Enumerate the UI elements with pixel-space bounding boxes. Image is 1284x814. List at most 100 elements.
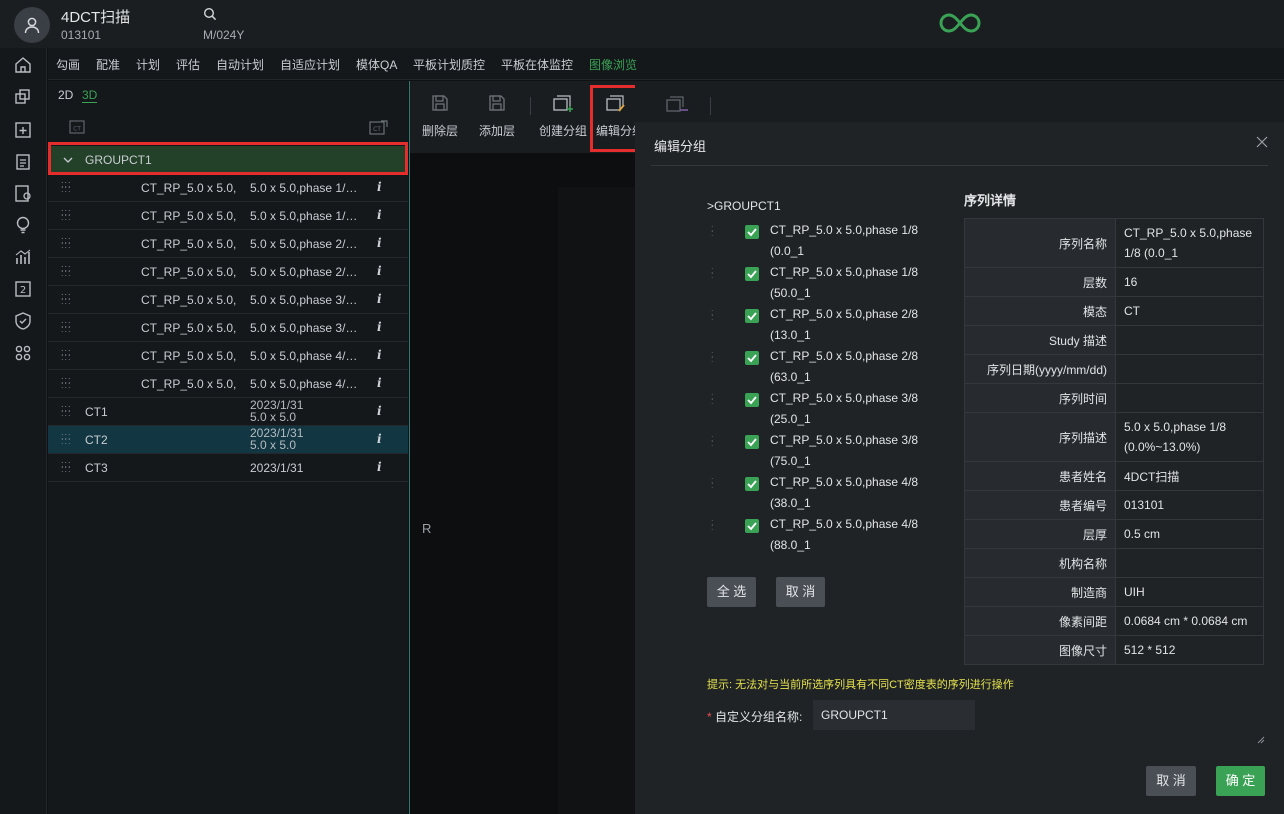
drag-handle-icon[interactable]: :::::: [61,236,73,250]
detail-value [1115,354,1264,384]
report-user-icon[interactable] [13,183,33,203]
info-icon[interactable]: i [377,460,382,474]
drag-handle-icon[interactable]: :::::: [61,376,73,390]
series-item-label: CT_RP_5.0 x 5.0,phase 2/8 (13.0_1 [770,304,918,346]
drag-handle-icon[interactable]: :: [711,392,714,406]
info-icon[interactable]: i [377,180,382,194]
menu-item-contouring[interactable]: 勾画 [56,56,80,73]
home-icon[interactable] [13,55,33,75]
info-icon[interactable]: i [377,236,382,250]
menu-item-epid-invivo[interactable]: 平板在体监控 [501,56,573,73]
delete-layer-label: 删除层 [421,124,458,138]
medical-case-icon[interactable] [13,119,33,139]
series-checkbox[interactable] [745,309,759,323]
ok-button[interactable]: 确 定 [1216,766,1265,796]
drag-handle-icon[interactable]: :::::: [61,208,73,222]
series-name: CT_RP_5.0 x 5.0,ph [141,349,237,363]
menu-item-phantom-qa[interactable]: 模体QA [356,56,397,73]
ct-group-icon[interactable]: CT [367,118,389,138]
group-series-row[interactable]: ::::::CT_RP_5.0 x 5.0,ph 5.0 x 5.0,phase … [48,258,408,286]
group-series-row[interactable]: ::::::CT_RP_5.0 x 5.0,ph 5.0 x 5.0,phase … [48,230,408,258]
info-icon[interactable]: i [377,348,382,362]
series-row[interactable]: :::::: CT2 2023/1/31 5.0 x 5.0 i [48,426,408,454]
clipboard-icon[interactable] [13,151,33,171]
detail-key: 患者姓名 [964,461,1116,491]
drag-handle-icon[interactable]: :: [711,476,714,490]
close-icon[interactable] [1256,136,1268,148]
series-desc: 5.0 x 5.0,phase 1/8 ... [250,209,362,223]
select-all-button[interactable]: 全 选 [707,577,756,607]
detail-value: 013101 [1115,490,1264,520]
info-icon[interactable]: i [377,432,382,446]
number-badge-icon[interactable]: 2 [13,279,33,299]
menu-item-epid-plan-qa[interactable]: 平板计划质控 [413,56,485,73]
menu-item-image-browse[interactable]: 图像浏览 [589,56,637,73]
svg-text:2: 2 [20,285,26,296]
group-series-row[interactable]: ::::::CT_RP_5.0 x 5.0,ph 5.0 x 5.0,phase … [48,342,408,370]
drag-handle-icon[interactable]: :::::: [61,292,73,306]
drag-handle-icon[interactable]: :::::: [61,264,73,278]
cancel-button[interactable]: 取 消 [1146,766,1196,796]
menu-item-evaluation[interactable]: 评估 [176,56,200,73]
menu-item-registration[interactable]: 配准 [96,56,120,73]
series-checkbox[interactable] [745,267,759,281]
series-checkbox[interactable] [745,393,759,407]
menu-item-auto-plan[interactable]: 自动计划 [216,56,264,73]
series-checkbox[interactable] [745,519,759,533]
drag-handle-icon[interactable]: :::::: [61,460,73,474]
add-layer-button[interactable]: 添加层 [477,93,517,139]
chart-icon[interactable] [13,247,33,267]
check-icon [747,312,757,321]
avatar[interactable] [14,7,50,43]
shield-icon[interactable] [13,311,33,331]
deselect-button[interactable]: 取 消 [776,577,825,607]
series-checkbox[interactable] [745,351,759,365]
drag-handle-icon[interactable]: :::::: [61,348,73,362]
tab-2d[interactable]: 2D [58,88,73,102]
drag-handle-icon[interactable]: :: [711,308,714,322]
group-series-row[interactable]: ::::::CT_RP_5.0 x 5.0,ph 5.0 x 5.0,phase … [48,286,408,314]
info-icon[interactable]: i [377,320,382,334]
tree-root[interactable]: >GROUPCT1 [707,199,781,213]
info-icon[interactable]: i [377,404,382,418]
info-icon[interactable]: i [377,264,382,278]
detail-row: 模态 CT [964,296,1264,326]
series-row[interactable]: :::::: CT3 2023/1/31 i [48,454,408,482]
series-checkbox[interactable] [745,477,759,491]
drag-handle-icon[interactable]: :::::: [61,320,73,334]
info-icon[interactable]: i [377,292,382,306]
group-series-row[interactable]: ::::::CT_RP_5.0 x 5.0,ph 5.0 x 5.0,phase … [48,202,408,230]
group-series-row[interactable]: ::::::CT_RP_5.0 x 5.0,ph 5.0 x 5.0,phase … [48,174,408,202]
detail-key: 层数 [964,267,1116,297]
menu-item-adaptive-plan[interactable]: 自适应计划 [280,56,340,73]
series-checkbox[interactable] [745,225,759,239]
create-group-button[interactable]: 创建分组 [536,93,590,139]
group-icon[interactable] [664,94,690,116]
drag-handle-icon[interactable]: :::::: [61,180,73,194]
series-item-label: CT_RP_5.0 x 5.0,phase 1/8 (0.0_1 [770,220,918,262]
drag-handle-icon[interactable]: :::::: [61,432,73,446]
drag-handle-icon[interactable]: :: [711,350,714,364]
ct-series-icon[interactable]: CT [67,118,87,138]
series-row[interactable]: :::::: CT1 2023/1/31 5.0 x 5.0 i [48,398,408,426]
tab-3d[interactable]: 3D [82,88,98,103]
apps-icon[interactable] [13,343,33,363]
info-icon[interactable]: i [377,208,382,222]
drag-handle-icon[interactable]: :::::: [61,404,73,418]
drag-handle-icon[interactable]: :: [711,518,714,532]
group-series-row[interactable]: ::::::CT_RP_5.0 x 5.0,ph 5.0 x 5.0,phase … [48,314,408,342]
tree-caret-icon: > [707,199,715,213]
delete-layer-button[interactable]: 删除层 [420,93,460,139]
resize-handle-icon[interactable] [1257,736,1265,744]
bulb-icon[interactable] [13,215,33,235]
group-series-row[interactable]: ::::::CT_RP_5.0 x 5.0,ph 5.0 x 5.0,phase … [48,370,408,398]
drag-handle-icon[interactable]: :: [711,266,714,280]
info-icon[interactable]: i [377,376,382,390]
series-checkbox[interactable] [745,435,759,449]
search-icon[interactable] [203,7,217,26]
drag-handle-icon[interactable]: :: [711,434,714,448]
drag-handle-icon[interactable]: :: [711,224,714,238]
menu-item-plan[interactable]: 计划 [136,56,160,73]
group-name-input[interactable]: GROUPCT1 [813,700,975,730]
layers-icon[interactable] [13,87,33,107]
